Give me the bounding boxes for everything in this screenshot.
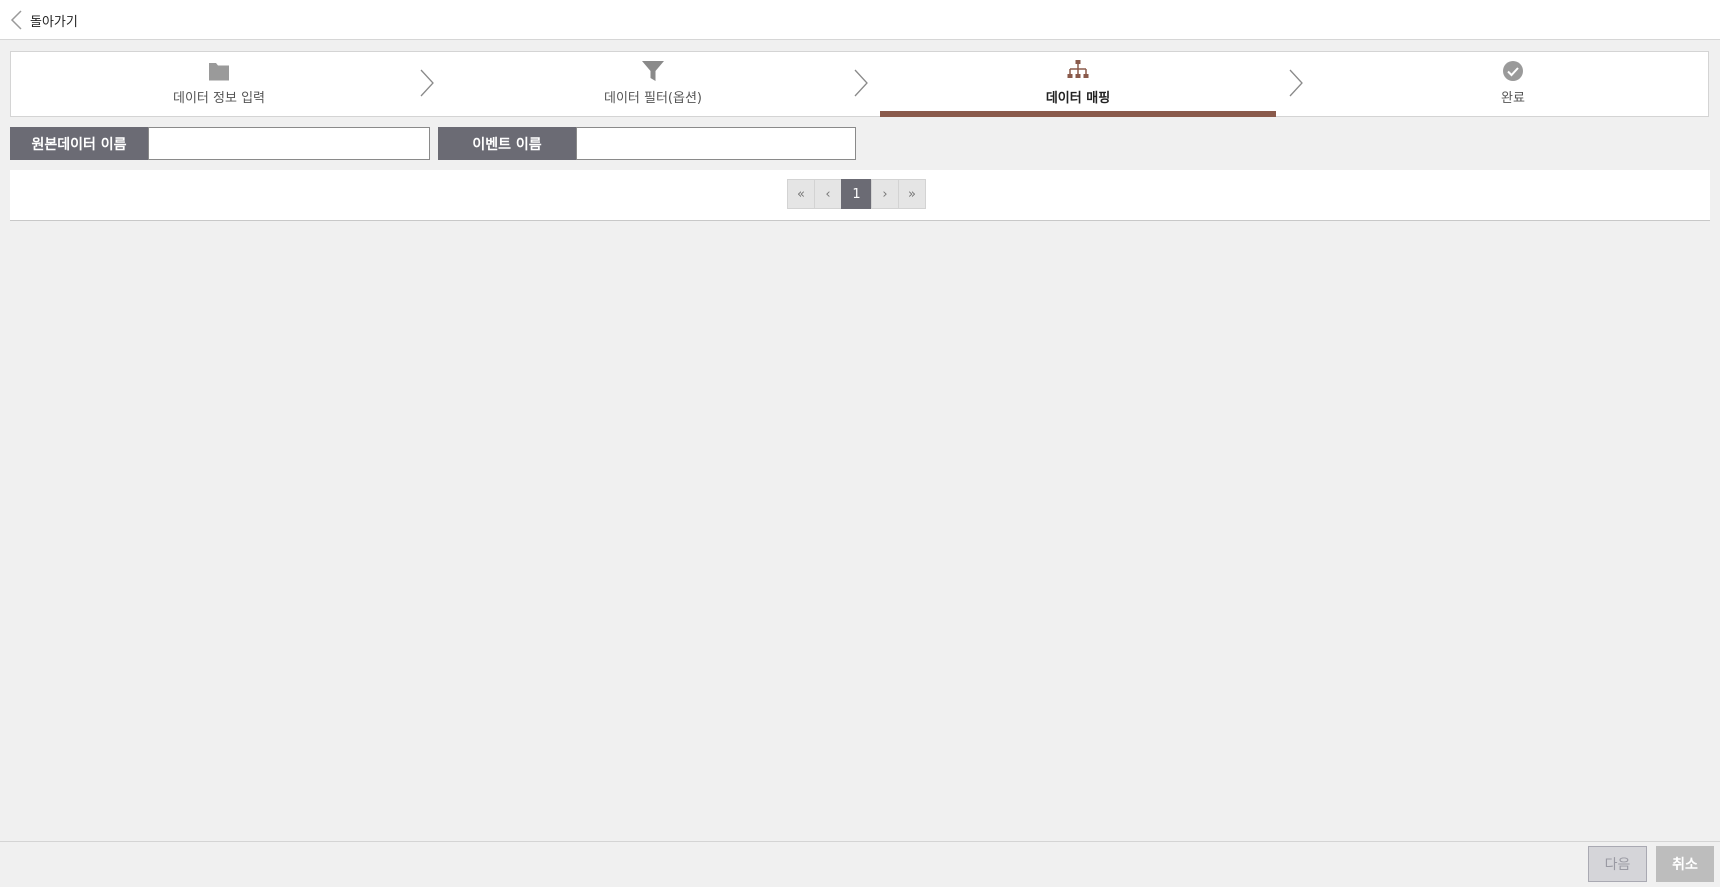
result-panel: « ‹ 1 › » <box>10 170 1710 221</box>
active-step-indicator <box>880 111 1276 117</box>
source-name-label: 원본데이터 이름 <box>10 127 148 160</box>
step-data-filter[interactable]: 데이터 필터(옵션) <box>455 52 851 116</box>
chevron-right-icon <box>419 68 435 98</box>
chevron-right-icon <box>1288 68 1304 98</box>
next-page-button[interactable]: › <box>871 179 899 209</box>
next-button[interactable]: 다음 <box>1588 846 1647 882</box>
chevron-right-icon <box>853 68 869 98</box>
cancel-button[interactable]: 취소 <box>1656 846 1714 882</box>
step-label: 데이터 매핑 <box>1045 91 1111 106</box>
back-button[interactable]: 돌아가기 <box>10 8 78 32</box>
back-label: 돌아가기 <box>30 14 78 30</box>
current-page-button[interactable]: 1 <box>841 179 872 209</box>
step-data-mapping[interactable]: 데이터 매핑 <box>880 52 1276 117</box>
footer-bar: 다음 취소 <box>0 841 1720 887</box>
source-name-field: 원본데이터 이름 <box>10 127 430 160</box>
step-data-info[interactable]: 데이터 정보 입력 <box>21 52 417 116</box>
event-name-field: 이벤트 이름 <box>438 127 856 160</box>
folder-icon <box>207 59 231 83</box>
last-page-button[interactable]: » <box>898 179 926 209</box>
hierarchy-icon <box>1066 59 1090 83</box>
check-circle-icon <box>1501 59 1525 83</box>
step-label: 완료 <box>1501 91 1525 106</box>
prev-page-button[interactable]: ‹ <box>814 179 842 209</box>
step-label: 데이터 정보 입력 <box>173 91 265 106</box>
wizard-steps: 데이터 정보 입력 데이터 필터(옵션) 데이터 매핑 완료 <box>10 51 1709 117</box>
pagination: « ‹ 1 › » <box>787 179 926 209</box>
first-page-button[interactable]: « <box>787 179 815 209</box>
top-bar: 돌아가기 <box>0 0 1720 40</box>
event-name-label: 이벤트 이름 <box>438 127 576 160</box>
event-name-input[interactable] <box>576 127 856 160</box>
source-name-input[interactable] <box>148 127 430 160</box>
chevron-left-icon <box>10 10 22 30</box>
filter-icon <box>641 59 665 83</box>
step-label: 데이터 필터(옵션) <box>604 91 702 106</box>
step-complete[interactable]: 완료 <box>1315 52 1711 116</box>
